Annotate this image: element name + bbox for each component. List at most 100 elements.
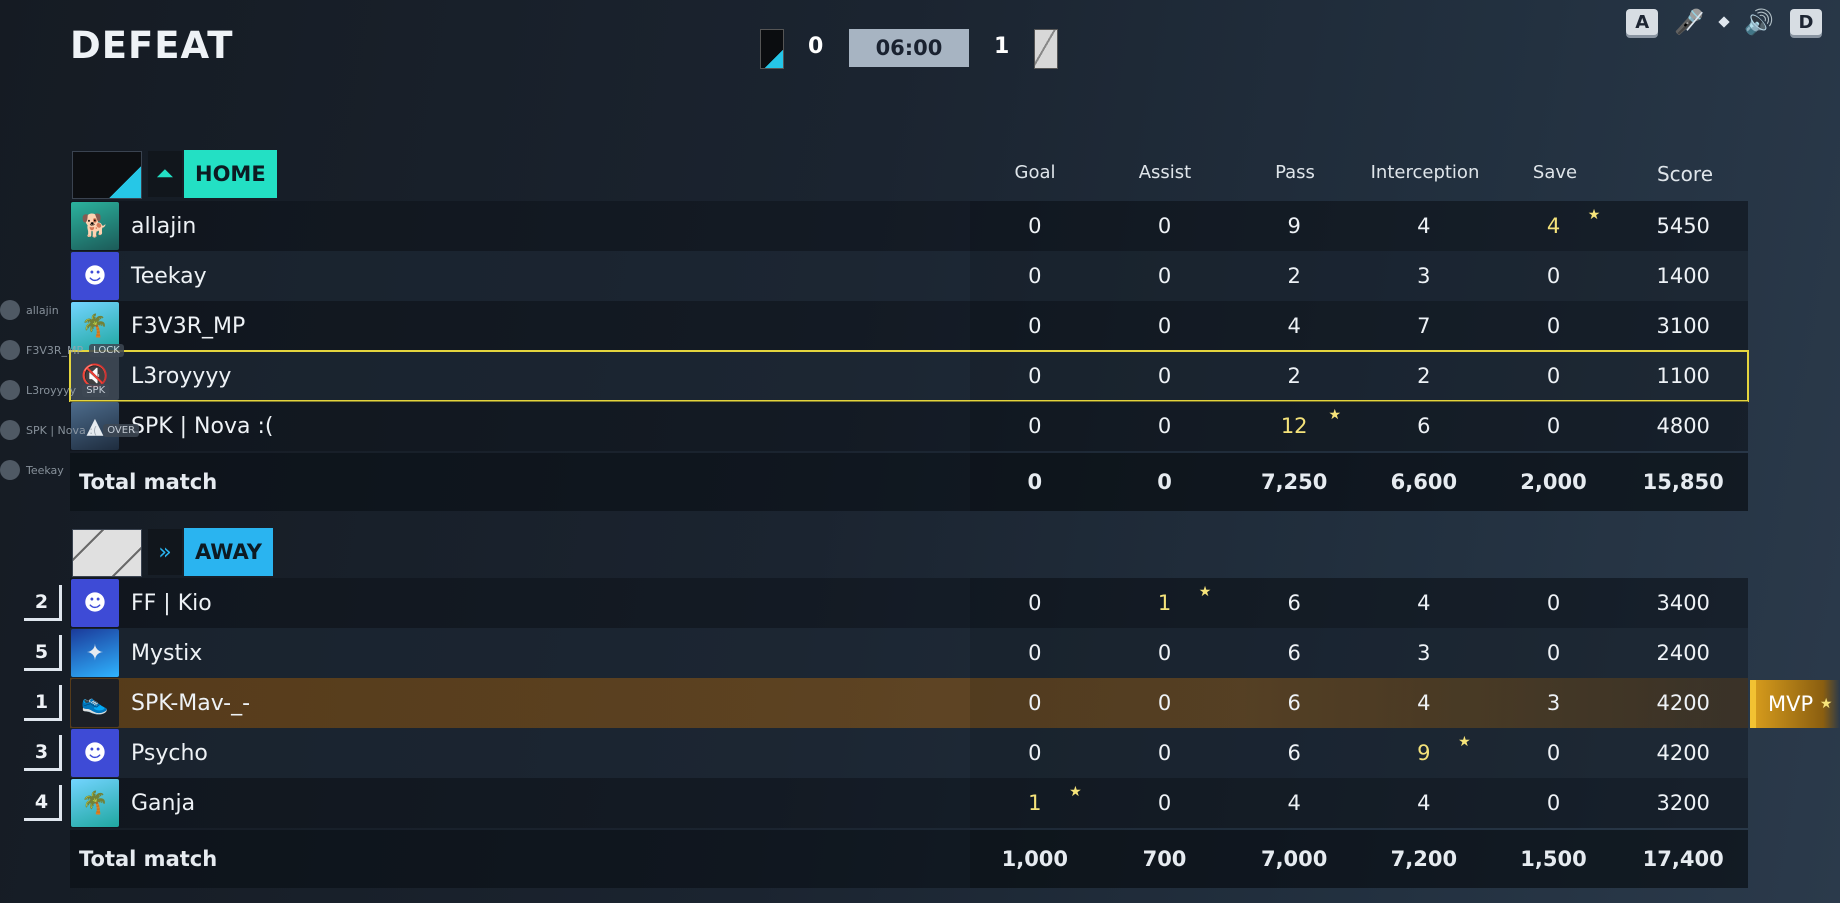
stat-save: 0	[1546, 314, 1561, 338]
stat-assist: 0	[1157, 691, 1172, 715]
player-name[interactable]: Teekay	[131, 264, 207, 289]
home-emblem-icon: ⏶	[148, 151, 182, 197]
stat-score: 5450	[1656, 214, 1710, 238]
stat-pass: 2	[1287, 264, 1301, 288]
overlay-avatar	[0, 420, 20, 440]
player-name[interactable]: L3royyyy	[131, 364, 231, 389]
stat-score: 2400	[1656, 641, 1710, 665]
stat-score: 3400	[1656, 591, 1710, 615]
star-icon: ★	[1458, 734, 1471, 750]
stat-assist: 0	[1157, 414, 1172, 438]
home-total-save: 2,000	[1520, 470, 1587, 494]
player-row[interactable]: ▲ SPK | Nova :(0 0 12 ★ 6 0 4800	[70, 401, 1748, 451]
player-rank: 1	[24, 685, 62, 721]
stat-interception: 6	[1417, 414, 1431, 438]
speaker-icon[interactable]: 🔊	[1744, 8, 1774, 36]
home-team-label: HOME	[184, 150, 277, 198]
player-row[interactable]: 👟 SPK-Mav-_- 0 0 6 4 3 4200	[70, 678, 1748, 728]
col-save: Save	[1532, 162, 1578, 183]
star-icon: ★	[1819, 696, 1833, 712]
player-row[interactable]: 🔇 L3royyyy 0 0 2 2 0 1100	[69, 350, 1749, 402]
overlay-tag: LOCK	[89, 343, 124, 357]
stat-save: 0	[1546, 591, 1561, 615]
overlay-name: SPK | Nova :(	[26, 423, 98, 437]
overlay-avatar	[0, 340, 20, 360]
away-total-row: Total match 1,000 700 7,000 7,200 1,500 …	[70, 830, 1748, 888]
stat-pass: 12 ★	[1280, 407, 1342, 438]
overlay-name: F3V3R_MP	[26, 343, 84, 357]
key-a-button[interactable]: A	[1626, 9, 1659, 35]
stat-score: 1400	[1656, 264, 1710, 288]
stat-goal: 0	[1028, 314, 1042, 338]
palm-tree-avatar: 🌴	[71, 779, 119, 827]
overlay-avatar	[0, 300, 20, 320]
stat-save: 0	[1546, 264, 1561, 288]
mvp-label: MVP	[1768, 692, 1814, 716]
stat-goal: 0	[1028, 641, 1042, 665]
stat-assist: 0	[1157, 314, 1172, 338]
stat-goal: 0	[1028, 691, 1042, 715]
match-timer: 06:00	[849, 29, 969, 67]
player-row[interactable]: ☻ FF | Kio 0 1 ★ 6 4 0 3400	[70, 578, 1748, 628]
star-icon: ★	[1198, 584, 1212, 600]
stat-interception: 4	[1417, 214, 1431, 238]
player-name[interactable]: Ganja	[131, 791, 195, 816]
overlay-tag: OVER	[103, 423, 140, 437]
player-row[interactable]: 🌴 Ganja 1 ★ 0 4 4 0 3200	[70, 778, 1748, 828]
overlay-player-entry: SPK | Nova :( OVER	[0, 420, 140, 440]
overlay-avatar	[0, 380, 20, 400]
overlay-name: L3royyyy	[26, 383, 77, 397]
mic-muted-icon[interactable]: 🎤̸	[1674, 8, 1704, 36]
discord-avatar: ☻	[71, 252, 119, 300]
stat-interception: 4	[1417, 791, 1431, 815]
key-d-button[interactable]: D	[1790, 9, 1822, 35]
player-row[interactable]: ☻ Teekay 0 0 2 3 0 1400	[70, 251, 1748, 301]
stat-interception: 2	[1417, 364, 1431, 388]
stat-pass: 4	[1287, 791, 1301, 815]
player-row[interactable]: ✦ Mystix 0 0 6 3 0 2400	[70, 628, 1748, 678]
home-total-assist: 0	[1157, 470, 1172, 494]
stat-goal: 0	[1028, 364, 1042, 388]
stat-interception: 4	[1417, 691, 1431, 715]
col-pass: Pass	[1275, 162, 1315, 183]
player-name[interactable]: Psycho	[131, 741, 208, 766]
away-score: 1	[994, 34, 1010, 59]
player-row[interactable]: 🐕 allajin 0 0 9 4 4 ★ 5450	[70, 201, 1748, 251]
stat-assist: 0	[1157, 791, 1172, 815]
away-total-pass: 7,000	[1260, 847, 1328, 871]
home-total-label: Total match	[79, 470, 218, 494]
top-right-controls: A 🎤̸ 🔊 D	[1626, 8, 1822, 36]
match-result-title: DEFEAT	[70, 24, 234, 67]
player-name[interactable]: SPK | Nova :(	[131, 414, 273, 439]
overlay-player-entry: allajin	[0, 300, 59, 320]
player-row[interactable]: ☻ Psycho 0 0 6 9 ★ 0 4200	[70, 728, 1748, 778]
away-total-assist: 700	[1142, 847, 1187, 871]
stat-pass: 4	[1287, 314, 1301, 338]
stat-pass: 6	[1287, 641, 1301, 665]
stat-pass: 6	[1287, 591, 1301, 615]
home-score: 0	[808, 34, 824, 59]
stat-score: 1100	[1656, 364, 1710, 388]
stat-goal: 0	[1028, 214, 1042, 238]
overlay-player-entry: L3royyyy SPK	[0, 380, 110, 400]
stat-score: 4800	[1656, 414, 1710, 438]
stat-interception: 9 ★	[1417, 734, 1471, 765]
stat-pass: 2	[1287, 364, 1301, 388]
star-icon: ★	[1587, 207, 1601, 223]
away-total-goal: 1,000	[1001, 847, 1069, 871]
player-name[interactable]: SPK-Mav-_-	[131, 691, 250, 716]
player-name[interactable]: FF | Kio	[131, 591, 212, 616]
player-name[interactable]: F3V3R_MP	[131, 314, 245, 339]
away-team-label: AWAY	[184, 528, 273, 576]
away-team-flag	[1034, 29, 1058, 69]
player-row[interactable]: 🌴 F3V3R_MP 0 0 4 7 0 3100	[70, 301, 1748, 351]
player-name[interactable]: allajin	[131, 214, 196, 239]
away-total-score: 17,400	[1642, 847, 1724, 871]
diamond-dot-icon	[1718, 16, 1730, 28]
stat-pass: 6	[1287, 691, 1301, 715]
stat-interception: 7	[1417, 314, 1431, 338]
stat-score: 3100	[1656, 314, 1710, 338]
stat-interception: 4	[1417, 591, 1431, 615]
player-name[interactable]: Mystix	[131, 641, 202, 666]
shiba-dog-avatar: 🐕	[71, 202, 119, 250]
